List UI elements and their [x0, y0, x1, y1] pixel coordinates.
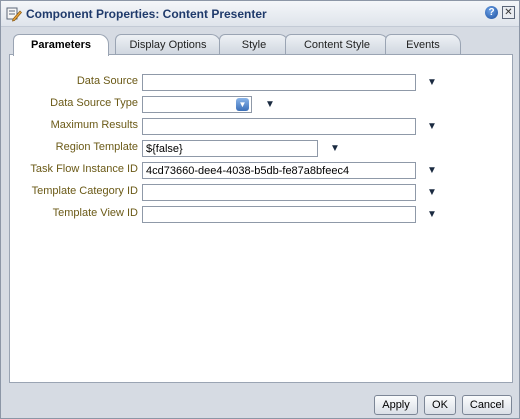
tab-display-options[interactable]: Display Options [115, 34, 221, 55]
dialog-title: Component Properties: Content Presenter [26, 7, 267, 21]
tab-strip: Parameters Display Options Style Content… [9, 34, 513, 56]
data-source-input[interactable] [142, 74, 416, 91]
chevron-down-icon[interactable]: ▼ [426, 209, 438, 221]
region-template-input[interactable] [142, 140, 318, 157]
dialog-footer: Apply OK Cancel [1, 390, 519, 419]
edit-properties-icon [6, 6, 22, 22]
field-row-data-source-type: Data Source Type ▼ ▼ [10, 96, 514, 113]
dialog-titlebar[interactable]: Component Properties: Content Presenter … [1, 1, 519, 27]
chevron-down-icon[interactable]: ▼ [426, 187, 438, 199]
tab-style[interactable]: Style [219, 34, 289, 55]
maximum-results-label: Maximum Results [50, 119, 138, 131]
help-icon[interactable]: ? [485, 6, 498, 19]
task-flow-instance-id-input[interactable] [142, 162, 416, 179]
data-source-type-select[interactable]: ▼ [142, 96, 252, 113]
chevron-down-icon[interactable]: ▼ [426, 121, 438, 133]
template-category-id-label: Template Category ID [31, 185, 138, 197]
data-source-type-label: Data Source Type [50, 97, 138, 109]
field-row-maximum-results: Maximum Results ▼ [10, 118, 514, 135]
parameters-panel: Data Source ▼ Data Source Type ▼ ▼ Maxim… [9, 54, 513, 383]
tab-content-style[interactable]: Content Style [285, 34, 389, 55]
tab-parameters[interactable]: Parameters [13, 34, 109, 56]
template-view-id-input[interactable] [142, 206, 416, 223]
field-row-template-category-id: Template Category ID ▼ [10, 184, 514, 201]
chevron-down-icon[interactable]: ▼ [329, 143, 341, 155]
field-row-region-template: Region Template ▼ [10, 140, 514, 157]
template-view-id-label: Template View ID [52, 207, 138, 219]
field-row-template-view-id: Template View ID ▼ [10, 206, 514, 223]
data-source-label: Data Source [76, 75, 138, 87]
maximum-results-input[interactable] [142, 118, 416, 135]
region-template-label: Region Template [55, 141, 138, 153]
template-category-id-input[interactable] [142, 184, 416, 201]
chevron-down-icon[interactable]: ▼ [426, 77, 438, 89]
select-arrow-icon[interactable]: ▼ [236, 98, 249, 111]
ok-button[interactable]: OK [424, 395, 456, 415]
close-icon[interactable]: ✕ [502, 6, 515, 19]
cancel-button[interactable]: Cancel [462, 395, 512, 415]
field-row-task-flow-instance-id: Task Flow Instance ID ▼ [10, 162, 514, 179]
field-row-data-source: Data Source ▼ [10, 74, 514, 91]
chevron-down-icon[interactable]: ▼ [264, 99, 276, 111]
chevron-down-icon[interactable]: ▼ [426, 165, 438, 177]
properties-dialog: Component Properties: Content Presenter … [0, 0, 520, 419]
tab-events[interactable]: Events [385, 34, 461, 55]
apply-button[interactable]: Apply [374, 395, 418, 415]
task-flow-instance-id-label: Task Flow Instance ID [30, 163, 138, 175]
